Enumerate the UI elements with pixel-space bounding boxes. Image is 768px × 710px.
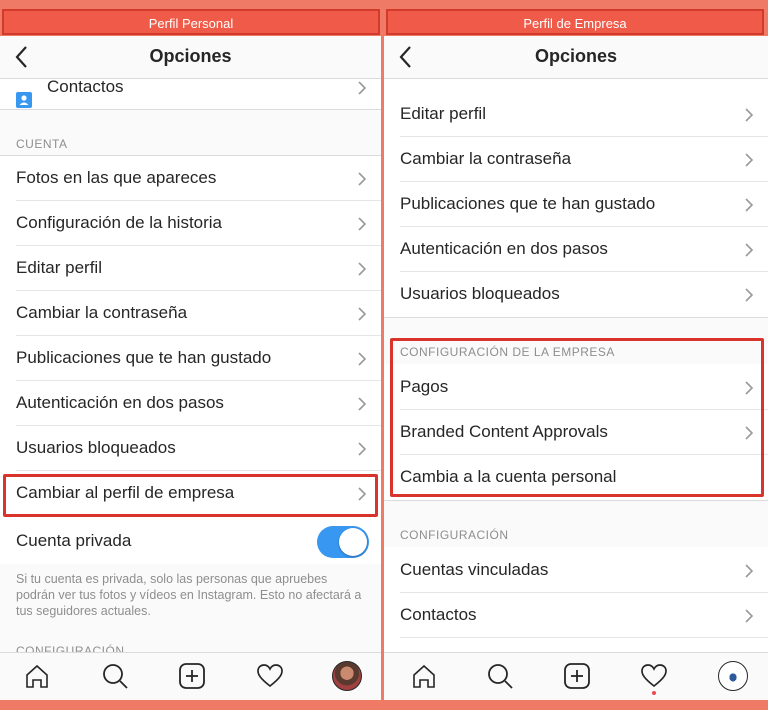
list-item-contacts[interactable]: Contactos — [384, 593, 768, 638]
list-item-two-factor[interactable]: Autenticación en dos pasos — [0, 381, 381, 426]
navbar: Opciones — [384, 36, 768, 79]
chevron-right-icon — [358, 217, 367, 231]
list-item-label: Publicaciones que te han gustado — [16, 348, 272, 367]
chevron-right-icon — [358, 442, 367, 456]
list-item-label: Usuarios bloqueados — [16, 438, 176, 457]
chevron-right-icon — [358, 307, 367, 321]
chevron-right-icon — [745, 243, 754, 257]
chevron-right-icon — [745, 153, 754, 167]
heart-icon[interactable] — [639, 661, 669, 691]
business-profile-panel: Perfil de Empresa Opciones Editar perfil… — [384, 0, 768, 700]
add-icon[interactable] — [562, 661, 592, 691]
page-title: Opciones — [534, 46, 618, 66]
private-account-row: Cuenta privada — [0, 519, 381, 564]
chevron-right-icon — [745, 609, 754, 623]
list-item-two-factor[interactable]: Autenticación en dos pasos — [384, 227, 768, 272]
list-item-label: Cuentas vinculadas — [400, 560, 549, 579]
list-item-label: Contactos — [400, 605, 477, 624]
list-item-edit-profile[interactable]: Editar perfil — [0, 246, 381, 291]
private-account-toggle[interactable] — [317, 526, 369, 558]
toggle-knob — [339, 528, 367, 556]
chevron-right-icon — [358, 352, 367, 366]
list-item-change-password[interactable]: Cambiar la contraseña — [384, 137, 768, 182]
divider — [400, 637, 768, 638]
list-item-label: Usuarios bloqueados — [400, 284, 560, 303]
navbar: Opciones — [0, 36, 381, 79]
chevron-right-icon — [745, 288, 754, 302]
list-item-label: Editar perfil — [16, 258, 102, 277]
add-icon[interactable] — [177, 661, 207, 691]
list-item-label: Autenticación en dos pasos — [400, 239, 608, 258]
tab-bar — [384, 652, 768, 700]
home-icon[interactable] — [409, 661, 439, 691]
list-item-liked-posts[interactable]: Publicaciones que te han gustado — [384, 182, 768, 227]
chevron-right-icon — [358, 397, 367, 411]
top-banner: Perfil de Empresa — [384, 0, 768, 36]
list-item-linked-accounts[interactable]: Cuentas vinculadas — [384, 548, 768, 593]
list-item-blocked-users[interactable]: Usuarios bloqueados — [0, 426, 381, 471]
heart-icon[interactable] — [255, 661, 285, 691]
highlight-box — [3, 474, 378, 517]
list-item-label: Contactos — [47, 77, 124, 96]
list-item-label: Publicaciones que te han gustado — [400, 194, 656, 213]
private-account-note: Si tu cuenta es privada, solo las person… — [16, 572, 362, 618]
list-item-tagged-photos[interactable]: Fotos en las que apareces — [0, 156, 381, 201]
profile-avatar[interactable] — [718, 661, 748, 691]
banner-label: Perfil de Empresa — [386, 9, 764, 35]
tab-bar — [0, 652, 381, 700]
search-icon[interactable] — [485, 661, 515, 691]
list-item-label: Editar perfil — [400, 104, 486, 123]
list-item-label: Cambiar la contraseña — [400, 149, 572, 168]
personal-profile-panel: Perfil Personal Opciones Contactos CUENT… — [0, 0, 381, 700]
list-item-blocked-users[interactable]: Usuarios bloqueados — [384, 272, 768, 317]
home-icon[interactable] — [22, 661, 52, 691]
profile-avatar[interactable] — [332, 661, 362, 691]
chevron-right-icon — [745, 564, 754, 578]
list-item-story-settings[interactable]: Configuración de la historia — [0, 201, 381, 246]
list-item-liked-posts[interactable]: Publicaciones que te han gustado — [0, 336, 381, 381]
private-account-label: Cuenta privada — [16, 531, 132, 550]
list-item-label: Autenticación en dos pasos — [16, 393, 224, 412]
chevron-right-icon — [358, 262, 367, 276]
chevron-right-icon — [358, 172, 367, 186]
chevron-right-icon — [358, 81, 367, 95]
list-item-change-password[interactable]: Cambiar la contraseña — [0, 291, 381, 336]
banner-label: Perfil Personal — [2, 9, 380, 35]
contacts-icon — [16, 92, 32, 108]
section-header-account: CUENTA — [16, 137, 68, 151]
section-header-config: CONFIGURACIÓN — [400, 528, 509, 542]
page-title: Opciones — [149, 46, 232, 66]
list-item-label: Configuración de la historia — [16, 213, 223, 232]
list-item-label: Fotos en las que apareces — [16, 168, 217, 187]
list-item-edit-profile[interactable]: Editar perfil — [384, 92, 768, 137]
list-item-label: Cambiar la contraseña — [16, 303, 188, 322]
chevron-right-icon — [745, 198, 754, 212]
chevron-right-icon — [745, 108, 754, 122]
search-icon[interactable] — [100, 661, 130, 691]
activity-dot — [652, 691, 656, 695]
top-banner: Perfil Personal — [0, 0, 381, 36]
highlight-box — [390, 338, 764, 497]
